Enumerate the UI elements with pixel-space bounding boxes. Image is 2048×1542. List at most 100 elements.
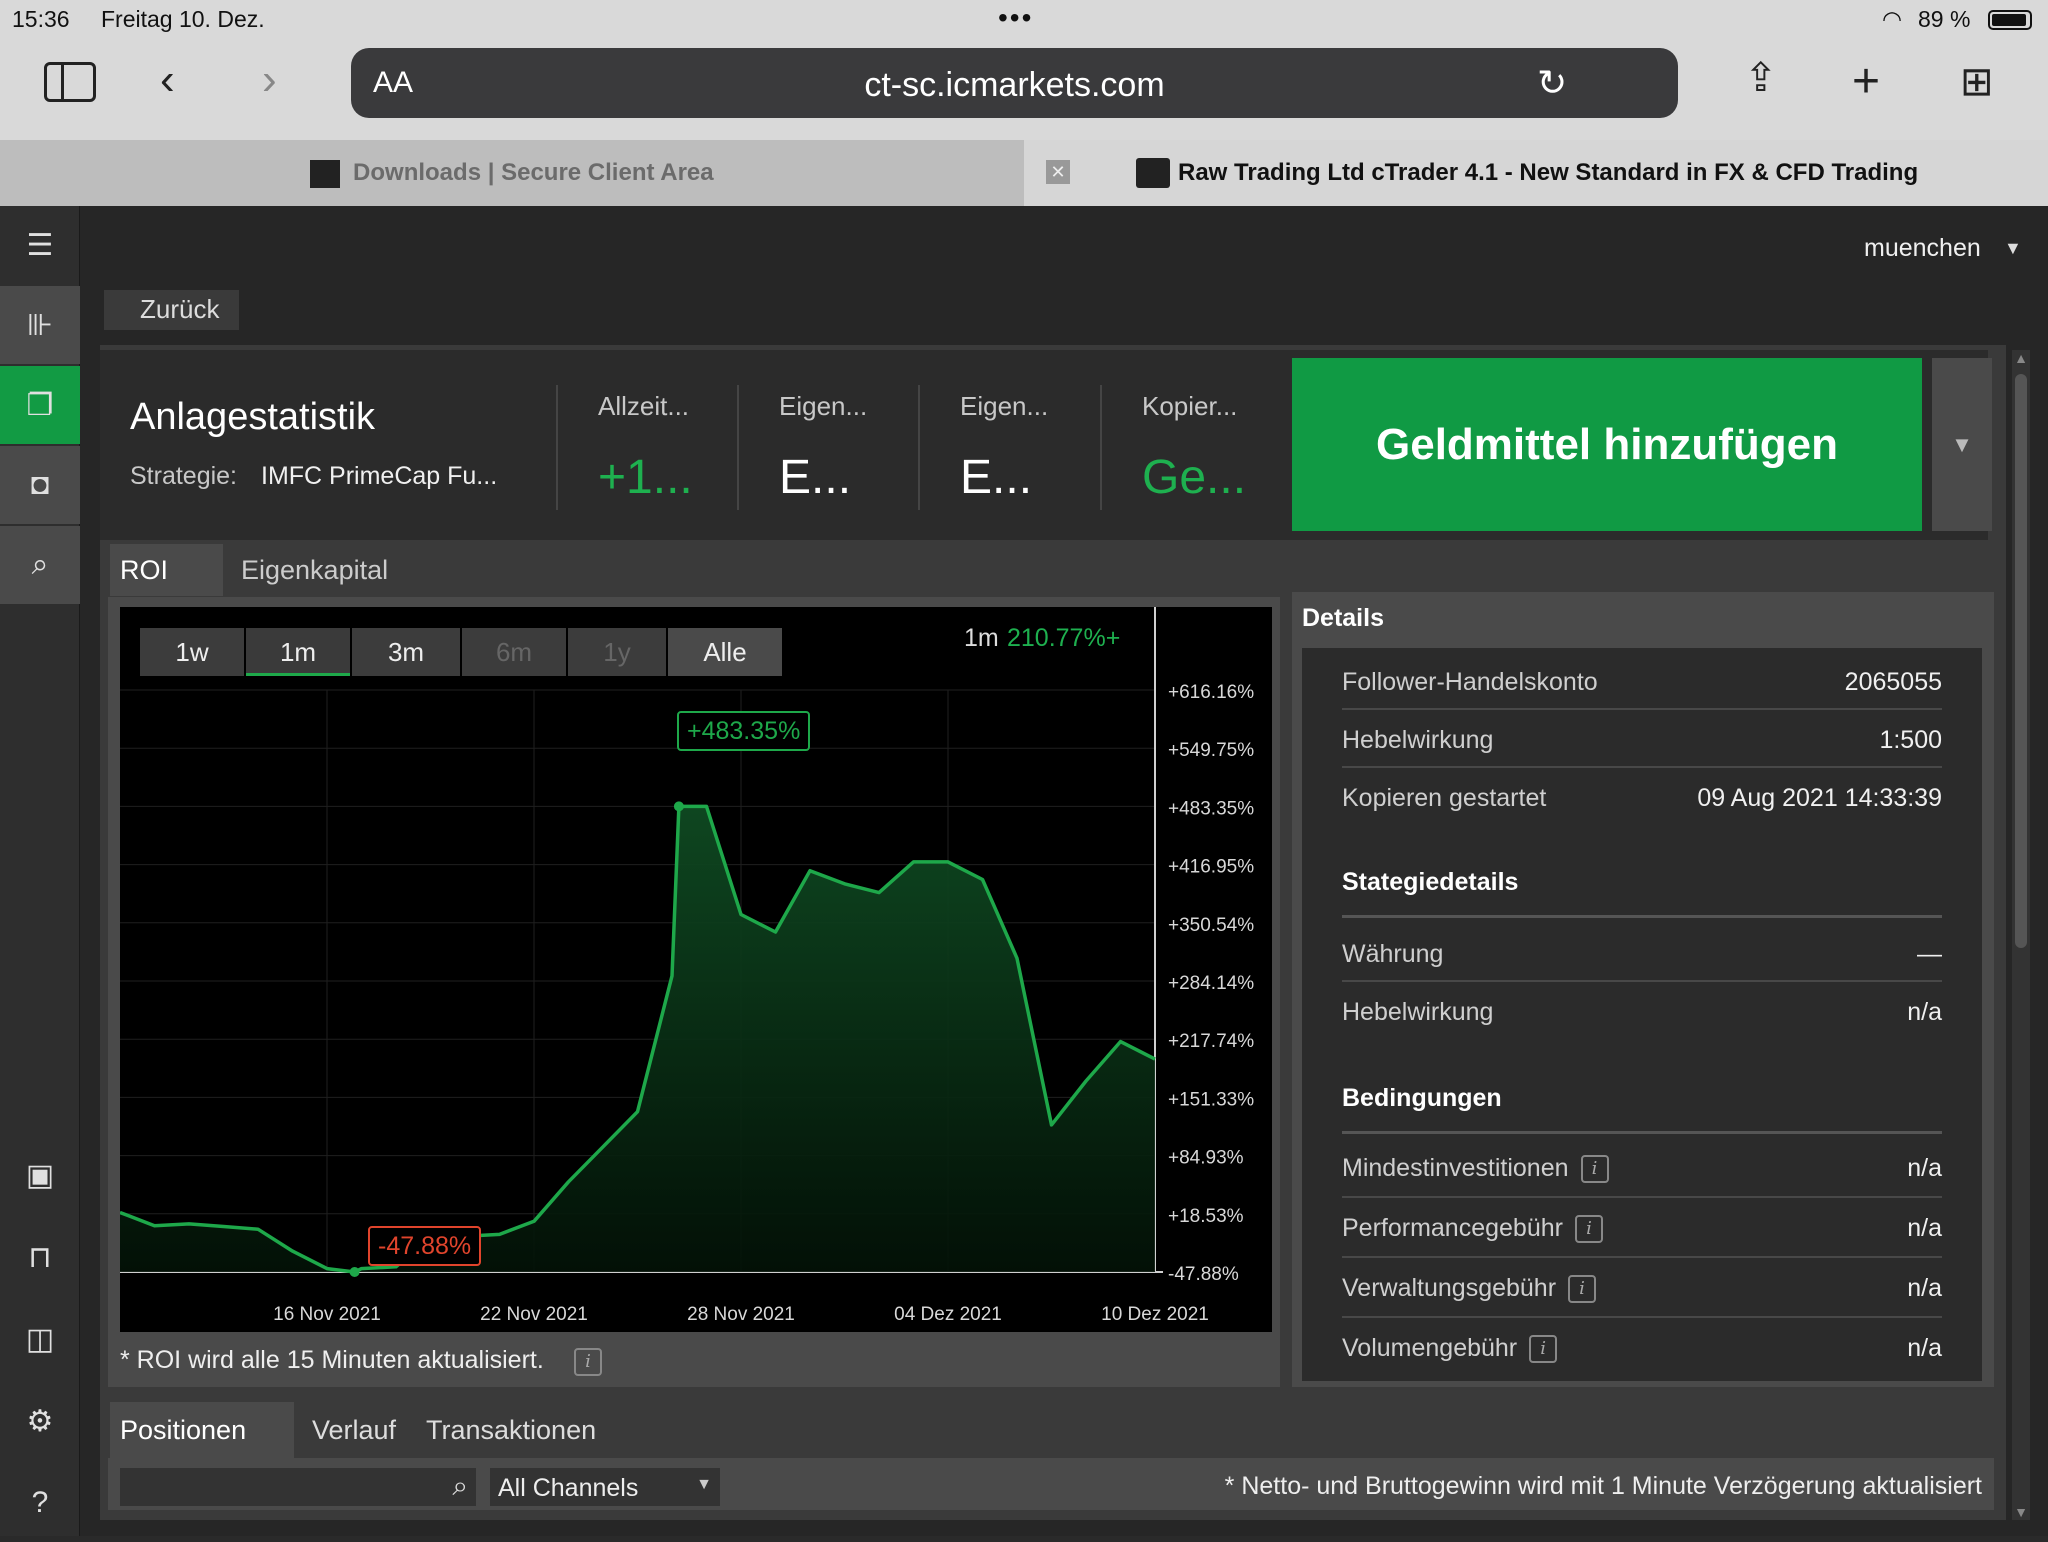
battery-icon [1988, 10, 2032, 30]
share-icon[interactable]: ⇪ [1744, 58, 1778, 98]
url-bar[interactable]: AA ct-sc.icmarkets.com ↻ [351, 48, 1678, 118]
user-dropdown-icon[interactable]: ▼ [2004, 238, 2022, 259]
range-all[interactable]: Alle [668, 628, 782, 676]
tab-title: Downloads | Secure Client Area [353, 159, 714, 186]
x-tick-label: 04 Dez 2021 [894, 1304, 1002, 1325]
strategy-value[interactable]: IMFC PrimeCap Fu... [261, 462, 497, 491]
close-tab-icon[interactable]: ✕ [1046, 160, 1070, 184]
status-date: Freitag 10. Dez. [101, 6, 265, 32]
scrollbar[interactable]: ▲ ▼ [2012, 350, 2030, 1520]
tab-roi[interactable]: ROI (%) [110, 544, 223, 637]
chevron-down-icon: ▼ [696, 1476, 712, 1493]
settings-icon[interactable]: ⚙ [0, 1382, 80, 1460]
detail-row: Performancegebühr i n/a [1342, 1198, 1942, 1258]
more-dots-icon[interactable]: ••• [998, 2, 1033, 34]
y-tick-label: +84.93% [1168, 1148, 1244, 1169]
page-title: Anlagestatistik [130, 396, 376, 438]
stat-label: Allzeit... [598, 391, 690, 421]
stat-value: E... [960, 451, 1033, 504]
search-icon[interactable]: ⌕ [452, 1470, 468, 1503]
stat-label: Eigen... [960, 391, 1049, 421]
scroll-down-icon[interactable]: ▼ [2012, 1504, 2030, 1520]
info-icon[interactable]: i [1529, 1335, 1558, 1364]
back-icon[interactable]: ‹ [160, 58, 175, 102]
forward-icon[interactable]: › [262, 58, 277, 102]
add-funds-dropdown-icon[interactable]: ▼ [1932, 358, 1992, 531]
briefcase-icon[interactable]: ▣ [0, 1136, 80, 1214]
channel-select[interactable]: All Channels ▼ [490, 1468, 720, 1506]
stat-label: Kopier... [1142, 391, 1238, 421]
browser-tab-active[interactable]: ✕ Raw Trading Ltd cTrader 4.1 - New Stan… [1024, 140, 2048, 206]
stat-equity-1[interactable]: Eigen... E... [737, 385, 917, 510]
trade-candles-icon[interactable]: ⊪ [0, 286, 80, 364]
hamburger-menu-icon[interactable]: ☰ [0, 206, 80, 284]
back-button[interactable]: Zurück [104, 290, 239, 330]
y-tick-label: +284.14% [1168, 973, 1254, 994]
y-tick-label: +549.75% [1168, 740, 1254, 761]
stat-copy[interactable]: Kopier... Ge... [1100, 385, 1280, 510]
x-tick-label: 22 Nov 2021 [480, 1304, 588, 1325]
peak-marker [673, 801, 684, 812]
browser-tab-strip: Downloads | Secure Client Area ✕ Raw Tra… [0, 140, 2048, 206]
analyze-search-icon[interactable]: ⌕ [0, 526, 80, 604]
info-icon[interactable]: i [1580, 1155, 1609, 1184]
delay-note: * Netto- und Bruttogewinn wird mit 1 Min… [1224, 1472, 1982, 1500]
tab-history[interactable]: Verlauf [302, 1402, 402, 1458]
x-axis-ticks: 16 Nov 2021 22 Nov 2021 28 Nov 2021 04 Dez … [273, 1304, 1209, 1325]
search-input[interactable]: ⌕ [120, 1468, 476, 1506]
detail-row: Hebelwirkung n/a [1342, 998, 1942, 1026]
tab-transactions[interactable]: Transaktionen [416, 1402, 600, 1458]
tabs-overview-icon[interactable]: ⊞ [1960, 62, 1994, 102]
range-3m[interactable]: 3m [352, 628, 460, 676]
sidebar-toggle-icon[interactable] [44, 62, 96, 102]
range-1w[interactable]: 1w [140, 628, 244, 676]
y-tick-label: +151.33% [1168, 1089, 1254, 1110]
browser-tab[interactable]: Downloads | Secure Client Area [0, 140, 1024, 206]
stat-label: Eigen... [779, 391, 868, 421]
info-icon[interactable]: i [574, 1348, 602, 1376]
browser-chrome: 15:36 Freitag 10. Dez. ••• ◠ 89 % ‹ › AA… [0, 0, 2048, 140]
y-tick-label: +416.95% [1168, 857, 1254, 878]
x-tick-label: 16 Nov 2021 [273, 1304, 381, 1325]
trough-marker [349, 1267, 360, 1277]
trough-label: -47.88% [368, 1226, 482, 1266]
range-1y[interactable]: 1y [568, 628, 666, 676]
bank-icon[interactable]: ⊓ [0, 1218, 80, 1296]
add-funds-button[interactable]: Geldmittel hinzufügen [1292, 358, 1922, 531]
info-icon[interactable]: i [1574, 1215, 1603, 1244]
tab-positions[interactable]: Positionen 1 [110, 1402, 294, 1503]
y-tick-label: +217.74% [1168, 1031, 1254, 1052]
tab-equity[interactable]: Eigenkapital [231, 544, 397, 596]
stat-equity-2[interactable]: Eigen... E... [918, 385, 1098, 510]
period-value: 210.77%+ [1007, 624, 1121, 652]
wallet-icon[interactable]: ◫ [0, 1300, 80, 1378]
y-axis-ticks: +616.16% +549.75% +483.35% +416.95% +350.54%… [1168, 682, 1254, 1285]
favicon-icon [1136, 158, 1170, 188]
reload-icon[interactable]: ↻ [1537, 62, 1567, 104]
copy-icon[interactable]: ❐ [0, 366, 80, 444]
detail-row: Währung — [1342, 924, 1942, 982]
roi-footnote: * ROI wird alle 15 Minuten aktualisiert. [120, 1346, 544, 1374]
stat-alltime[interactable]: Allzeit... +1... [556, 385, 736, 510]
detail-row: Mindestinvestitionen i n/a [1342, 1138, 1942, 1198]
help-icon[interactable]: ? [0, 1464, 80, 1542]
scroll-up-icon[interactable]: ▲ [2012, 350, 2030, 366]
stat-value: +1... [598, 451, 693, 504]
robot-icon[interactable]: ◘ [0, 446, 80, 524]
tab-title: Raw Trading Ltd cTrader 4.1 - New Standa… [1178, 159, 1919, 186]
detail-row: Kopieren gestartet 09 Aug 2021 14:33:39 [1342, 784, 1942, 812]
info-icon[interactable]: i [1568, 1275, 1597, 1304]
range-1m[interactable]: 1m [246, 628, 350, 676]
strategy-details-heading: Stategiedetails [1342, 868, 1942, 918]
battery-label: 89 % [1918, 6, 1971, 32]
favicon-icon [310, 159, 341, 188]
new-tab-icon[interactable]: + [1852, 58, 1880, 106]
scrollbar-thumb[interactable] [2015, 374, 2027, 948]
nav-rail: ☰ ⊪ ❐ ◘ ⌕ ▣ ⊓ ◫ ⚙ ? [0, 206, 80, 1536]
user-name[interactable]: muenchen [1864, 234, 1981, 263]
details-title: Details [1302, 604, 1384, 632]
range-6m[interactable]: 6m [462, 628, 566, 676]
detail-row: Hebelwirkung 1:500 [1342, 710, 1942, 768]
detail-row: Verwaltungsgebühr i n/a [1342, 1258, 1942, 1318]
y-tick-label: +18.53% [1168, 1206, 1244, 1227]
